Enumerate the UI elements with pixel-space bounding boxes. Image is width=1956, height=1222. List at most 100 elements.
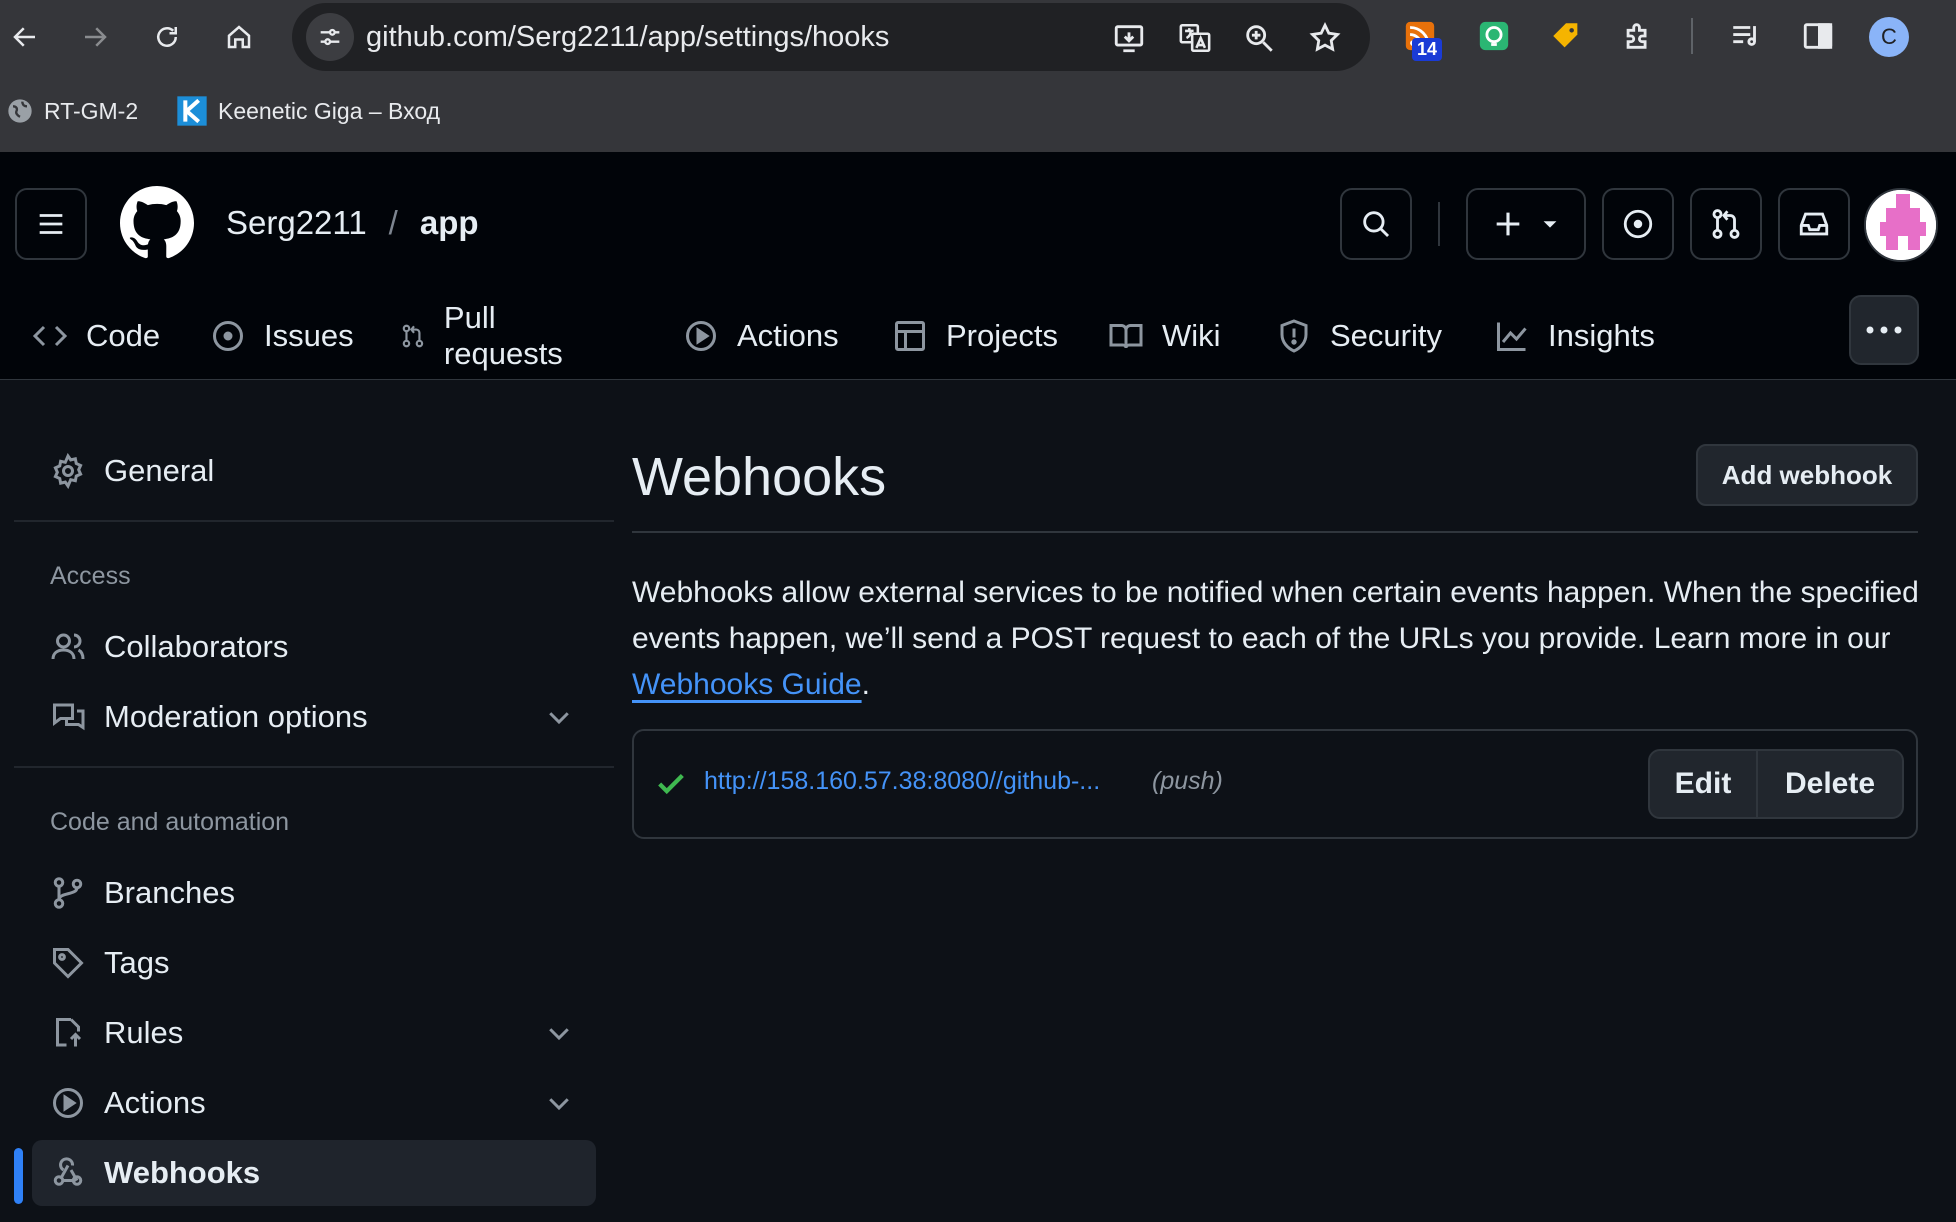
bookmark-star-icon[interactable] bbox=[1306, 19, 1344, 57]
reload-button[interactable] bbox=[144, 14, 190, 60]
browser-toolbar: github.com/Serg2211/app/settings/hooks 1… bbox=[0, 0, 1956, 152]
comment-discussion-icon bbox=[53, 703, 85, 731]
pull-request-icon bbox=[1712, 209, 1740, 239]
sidebar-item-label: Branches bbox=[104, 875, 235, 910]
tab-actions[interactable]: Actions bbox=[683, 306, 839, 366]
webhooks-guide-link[interactable]: Webhooks Guide bbox=[632, 668, 862, 701]
table-icon bbox=[895, 321, 925, 351]
tune-icon bbox=[320, 28, 340, 46]
search-icon bbox=[1363, 211, 1390, 238]
site-info-button[interactable] bbox=[306, 13, 354, 61]
browser-profile-avatar[interactable]: C bbox=[1869, 17, 1909, 57]
tag-icon bbox=[53, 948, 84, 979]
description-text: Webhooks allow external services to be n… bbox=[632, 576, 1919, 655]
tab-insights[interactable]: Insights bbox=[1494, 306, 1655, 366]
check-icon bbox=[658, 773, 684, 795]
kebab-horizontal-icon bbox=[1866, 326, 1902, 334]
webhook-actions: Edit Delete bbox=[1648, 749, 1904, 819]
issues-button[interactable] bbox=[1602, 188, 1674, 260]
owner-link[interactable]: Serg2211 bbox=[226, 204, 367, 242]
code-icon bbox=[32, 325, 68, 347]
user-avatar[interactable] bbox=[1864, 188, 1938, 262]
tab-label: Security bbox=[1330, 318, 1442, 353]
extensions-puzzle-icon[interactable] bbox=[1616, 14, 1660, 58]
bookmark-rt-gm-2[interactable]: RT-GM-2 bbox=[6, 92, 138, 130]
translate-icon[interactable] bbox=[1176, 19, 1214, 57]
sidebar-item-actions[interactable]: Actions bbox=[32, 1070, 596, 1136]
hamburger-icon bbox=[39, 214, 63, 234]
more-tabs-button[interactable] bbox=[1849, 295, 1919, 365]
people-icon bbox=[51, 633, 85, 660]
tab-label: Issues bbox=[264, 318, 354, 353]
title-divider bbox=[632, 531, 1918, 533]
tab-label: Insights bbox=[1548, 318, 1655, 353]
add-webhook-button[interactable]: Add webhook bbox=[1696, 444, 1918, 506]
inbox-icon bbox=[1799, 212, 1829, 236]
webhook-url-link[interactable]: http://158.160.57.38:8080//github-... bbox=[704, 767, 1100, 796]
tab-security[interactable]: Security bbox=[1276, 306, 1442, 366]
sidebar-heading-access: Access bbox=[50, 562, 131, 590]
play-circle-icon bbox=[53, 1088, 83, 1118]
search-button[interactable] bbox=[1340, 188, 1412, 260]
url-text[interactable]: github.com/Serg2211/app/settings/hooks bbox=[366, 21, 889, 54]
tab-code[interactable]: Code bbox=[32, 306, 160, 366]
create-new-button[interactable] bbox=[1466, 188, 1586, 260]
green-extension-icon[interactable] bbox=[1472, 14, 1516, 58]
tab-projects[interactable]: Projects bbox=[892, 306, 1058, 366]
chevron-down-icon bbox=[549, 1028, 569, 1041]
page-title: Webhooks bbox=[632, 447, 887, 507]
sidebar-item-general[interactable]: General bbox=[32, 438, 596, 504]
side-panel-icon[interactable] bbox=[1796, 14, 1840, 58]
back-button[interactable] bbox=[2, 14, 48, 60]
webhook-icon bbox=[53, 1157, 83, 1186]
webhook-event: (push) bbox=[1152, 767, 1223, 795]
breadcrumb-separator: / bbox=[388, 204, 398, 241]
delete-button[interactable]: Delete bbox=[1758, 751, 1902, 817]
tab-pull-requests[interactable]: Pull requests bbox=[400, 300, 573, 371]
pull-request-icon bbox=[402, 324, 424, 348]
home-icon bbox=[227, 25, 251, 49]
sidebar-item-rules[interactable]: Rules bbox=[32, 1000, 596, 1066]
tab-label: Projects bbox=[946, 318, 1058, 353]
media-queue-icon[interactable] bbox=[1724, 14, 1768, 58]
forward-button[interactable] bbox=[72, 14, 118, 60]
sidebar-item-branches[interactable]: Branches bbox=[32, 860, 596, 926]
tab-issues[interactable]: Issues bbox=[210, 306, 354, 366]
menu-button[interactable] bbox=[15, 188, 87, 260]
arrow-right-icon bbox=[85, 27, 107, 47]
inbox-button[interactable] bbox=[1778, 188, 1850, 260]
book-icon bbox=[1109, 324, 1143, 349]
tab-label: Actions bbox=[737, 318, 839, 353]
globe-icon bbox=[8, 99, 32, 123]
plus-icon bbox=[1496, 212, 1520, 236]
chevron-down-icon bbox=[549, 1098, 569, 1111]
reload-icon bbox=[157, 27, 177, 47]
home-button[interactable] bbox=[216, 14, 262, 60]
sidebar-item-tags[interactable]: Tags bbox=[32, 930, 596, 996]
repo-link[interactable]: app bbox=[420, 204, 479, 242]
description-suffix: . bbox=[861, 668, 870, 701]
sidebar-item-webhooks[interactable]: Webhooks bbox=[32, 1140, 596, 1206]
play-circle-icon bbox=[686, 321, 716, 351]
keenetic-logo-icon bbox=[177, 96, 207, 126]
graph-icon bbox=[1497, 322, 1527, 351]
tab-wiki[interactable]: Wiki bbox=[1108, 306, 1221, 366]
address-bar[interactable]: github.com/Serg2211/app/settings/hooks bbox=[292, 3, 1370, 71]
github-logo-icon[interactable] bbox=[120, 186, 194, 260]
pull-requests-button[interactable] bbox=[1690, 188, 1762, 260]
webhook-list-item: http://158.160.57.38:8080//github-... (p… bbox=[632, 729, 1918, 839]
repo-push-icon bbox=[56, 1018, 82, 1047]
tab-label: Pull requests bbox=[443, 300, 563, 371]
webhooks-description: Webhooks allow external services to be n… bbox=[632, 570, 1922, 708]
sidebar-heading-automation: Code and automation bbox=[50, 808, 290, 836]
zoom-icon[interactable] bbox=[1240, 19, 1278, 57]
sidebar-item-moderation[interactable]: Moderation options bbox=[32, 684, 596, 750]
sidebar-item-label: Rules bbox=[104, 1015, 184, 1050]
coupon-extension-icon[interactable] bbox=[1544, 14, 1588, 58]
extension-badge: 14 bbox=[1412, 38, 1443, 61]
toolbar-divider bbox=[1691, 18, 1693, 54]
bookmark-keenetic[interactable]: Keenetic Giga – Вход bbox=[176, 92, 440, 130]
edit-button[interactable]: Edit bbox=[1650, 751, 1758, 817]
install-app-icon[interactable] bbox=[1110, 19, 1148, 57]
sidebar-item-collaborators[interactable]: Collaborators bbox=[32, 614, 596, 680]
